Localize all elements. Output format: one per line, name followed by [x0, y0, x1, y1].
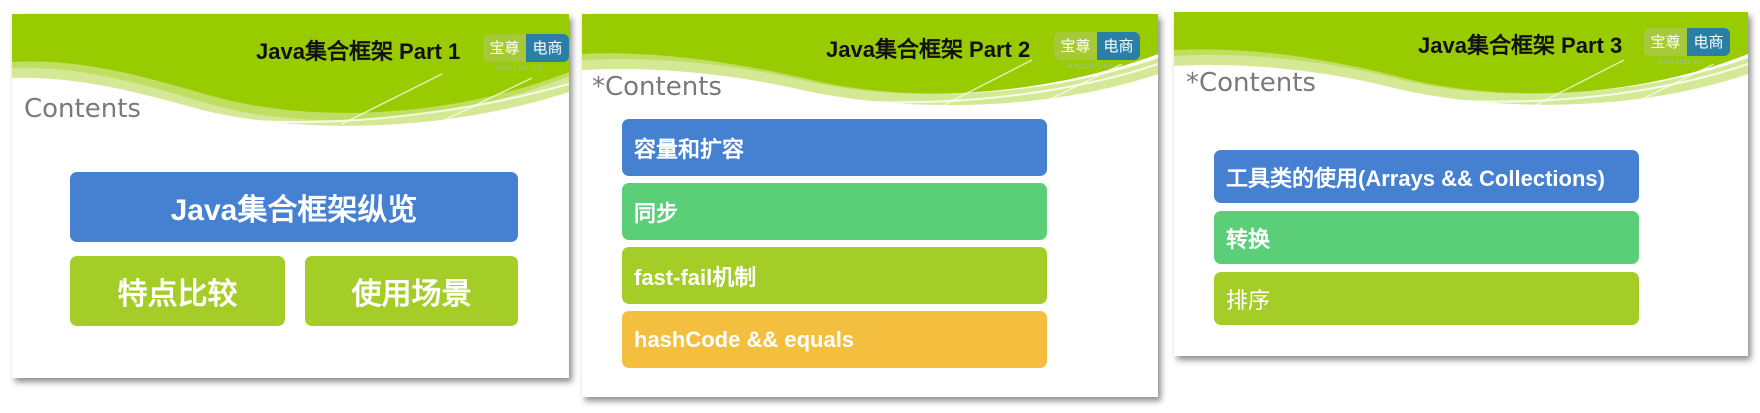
slide-title: Java集合框架 Part 3 [1418, 33, 1623, 58]
slide-3: Java集合框架 Part 3 宝尊 电商 baozun.cn *Content… [1174, 12, 1748, 356]
contents-heading: *Contents [592, 72, 722, 102]
baozun-logo: 宝尊 电商 baozun.cn [1644, 28, 1730, 66]
slide-title: Java集合框架 Part 2 [826, 37, 1031, 62]
topic-fast-fail: fast-fail机制 [622, 247, 1047, 304]
topic-conversion: 转换 [1214, 211, 1639, 264]
topic-utility-classes: 工具类的使用(Arrays && Collections) [1214, 150, 1639, 203]
topic-sorting: 排序 [1214, 272, 1639, 325]
slide-title: Java集合框架 Part 1 [256, 39, 461, 64]
baozun-logo: 宝尊 电商 baozun.cn [1054, 32, 1140, 70]
contents-heading: Contents [24, 94, 141, 124]
topic-capacity-and-expansion: 容量和扩容 [622, 119, 1047, 176]
topic-java-collections-overview: Java集合框架纵览 [70, 172, 518, 242]
topic-use-cases: 使用场景 [305, 256, 518, 326]
topic-hashcode-equals: hashCode && equals [622, 311, 1047, 368]
baozun-logo: 宝尊 电商 baozun.cn [483, 34, 569, 72]
topic-feature-comparison: 特点比较 [70, 256, 285, 326]
topic-synchronization: 同步 [622, 183, 1047, 240]
slide-2: Java集合框架 Part 2 宝尊 电商 baozun.cn *Content… [582, 14, 1158, 397]
contents-heading: *Contents [1186, 68, 1316, 98]
slide-1: Java集合框架 Part 1 宝尊 电商 baozun.cn Contents… [12, 14, 569, 378]
